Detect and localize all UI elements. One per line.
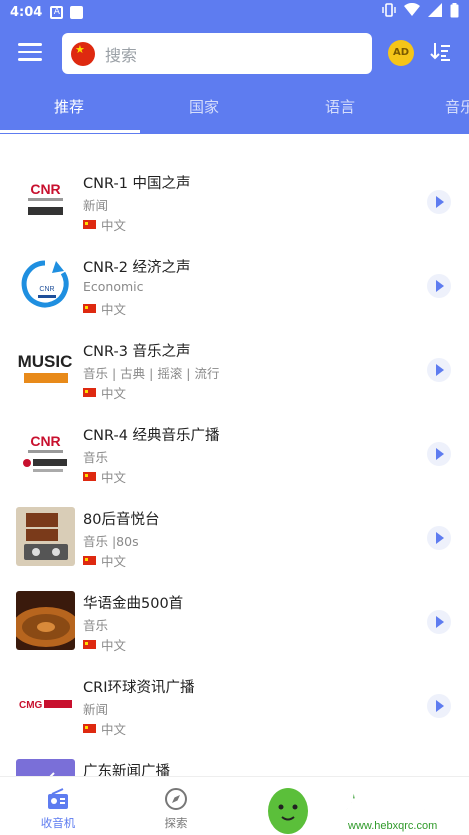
svg-text:CMG: CMG bbox=[19, 700, 43, 711]
station-language: 中文 bbox=[83, 383, 126, 402]
status-time: 4:04 bbox=[10, 4, 43, 20]
cnr-classic-music-logo: CNR bbox=[16, 423, 75, 482]
play-button[interactable] bbox=[427, 610, 451, 634]
station-title: 华语金曲500首 bbox=[83, 596, 184, 612]
station-item[interactable]: MUSIC CNR-3 音乐之声 音乐 | 古典 | 摇滚 | 流行 中文 bbox=[0, 329, 469, 413]
search-placeholder[interactable]: 搜索 bbox=[105, 42, 137, 66]
status-icons bbox=[382, 2, 459, 22]
svg-text:MUSIC: MUSIC bbox=[18, 352, 73, 371]
app-notification-icon bbox=[70, 5, 84, 19]
china-flag-icon bbox=[83, 388, 96, 397]
cnr-china-voice-logo: CNR bbox=[16, 171, 75, 230]
station-title: CNR-3 音乐之声 bbox=[83, 344, 191, 360]
station-genre: 音乐 bbox=[83, 450, 109, 465]
station-item[interactable]: CNR CNR-2 经济之声 Economic 中文 bbox=[0, 245, 469, 329]
china-flag-icon bbox=[83, 472, 96, 481]
station-language: 中文 bbox=[83, 635, 126, 654]
tab-indicator bbox=[0, 130, 140, 133]
china-flag-icon bbox=[83, 220, 96, 229]
nav-radio[interactable]: 收音机 bbox=[13, 777, 103, 835]
station-genre: Economic bbox=[83, 279, 144, 294]
tab-language[interactable]: 语言 bbox=[325, 82, 355, 134]
station-item[interactable]: 广东新闻广播 bbox=[0, 749, 469, 776]
menu-button[interactable] bbox=[18, 43, 42, 63]
80s-cassette-logo bbox=[16, 507, 75, 566]
play-button[interactable] bbox=[427, 442, 451, 466]
station-item[interactable]: CNR CNR-4 经典音乐广播 音乐 中文 bbox=[0, 413, 469, 497]
cmg-global-news-logo: CMG bbox=[16, 675, 75, 734]
play-button[interactable] bbox=[427, 694, 451, 718]
status-bar: 4:04 A bbox=[0, 0, 469, 24]
station-title: 80后音悦台 bbox=[83, 512, 160, 528]
signal-icon bbox=[428, 3, 442, 21]
station-genre: 新闻 bbox=[83, 198, 109, 213]
station-genre: 音乐 bbox=[83, 618, 109, 633]
station-title: CNR-2 经济之声 bbox=[83, 260, 191, 276]
tab-country[interactable]: 国家 bbox=[189, 82, 219, 134]
vibrate-icon bbox=[382, 3, 396, 21]
station-genre: 音乐 |80s bbox=[83, 534, 139, 549]
station-genre: 新闻 bbox=[83, 702, 109, 717]
station-language: 中文 bbox=[83, 215, 126, 234]
nav-explore-label: 探索 bbox=[164, 816, 188, 830]
no-ad-icon: AD bbox=[392, 47, 410, 58]
play-button[interactable] bbox=[427, 190, 451, 214]
china-flag-icon bbox=[83, 724, 96, 733]
play-button[interactable] bbox=[427, 526, 451, 550]
station-language: 中文 bbox=[83, 467, 126, 486]
station-item[interactable]: CMG CRI环球资讯广播 新闻 中文 bbox=[0, 665, 469, 749]
app-bar: 搜索 AD bbox=[0, 24, 469, 82]
sort-button[interactable] bbox=[428, 40, 452, 64]
svg-text:CNR: CNR bbox=[30, 181, 60, 197]
china-flag-icon bbox=[83, 556, 96, 565]
svg-text:CNR: CNR bbox=[39, 286, 54, 293]
compass-icon bbox=[165, 788, 187, 810]
tab-recommended[interactable]: 推荐 bbox=[54, 82, 84, 134]
play-button[interactable] bbox=[427, 358, 451, 382]
station-title: CNR-4 经典音乐广播 bbox=[83, 428, 220, 444]
bottom-navigation: 收音机 探索 仙人掌下载网 www.hebxqrc.com bbox=[0, 776, 469, 835]
station-list: CNR CNR-1 中国之声 新闻 中文 CNR CNR-2 经济之声 Econ… bbox=[0, 134, 469, 776]
station-language: 中文 bbox=[83, 719, 126, 738]
station-language: 中文 bbox=[83, 299, 126, 318]
station-item[interactable]: 80后音悦台 音乐 |80s 中文 bbox=[0, 497, 469, 581]
vinyl-record-logo bbox=[16, 591, 75, 650]
svg-text:CNR: CNR bbox=[30, 433, 60, 449]
radio-icon bbox=[48, 788, 68, 809]
notification-icon: A bbox=[50, 5, 64, 19]
watermark-logo-text: 仙人掌下载网 bbox=[318, 788, 462, 816]
guangdong-news-logo bbox=[16, 759, 75, 776]
china-flag-icon bbox=[83, 304, 96, 313]
music-radio-logo: MUSIC bbox=[16, 339, 75, 398]
site-watermark: 仙人掌下载网 www.hebxqrc.com bbox=[258, 777, 469, 835]
station-title: CNR-1 中国之声 bbox=[83, 176, 191, 192]
category-tabs: 推荐 国家 语言 音乐 bbox=[0, 82, 469, 134]
tab-music[interactable]: 音乐 bbox=[445, 82, 469, 134]
station-genre: 音乐 | 古典 | 摇滚 | 流行 bbox=[83, 366, 220, 381]
wifi-icon bbox=[404, 2, 420, 21]
station-title: CRI环球资讯广播 bbox=[83, 680, 195, 696]
watermark-url: www.hebxqrc.com bbox=[347, 820, 437, 832]
search-bar[interactable]: 搜索 bbox=[62, 33, 372, 74]
remove-ads-button[interactable]: AD bbox=[388, 40, 414, 66]
china-flag-icon bbox=[83, 640, 96, 649]
station-item[interactable]: 华语金曲500首 音乐 中文 bbox=[0, 581, 469, 665]
china-flag-icon[interactable] bbox=[71, 41, 95, 66]
cnr-economic-logo: CNR bbox=[16, 255, 75, 314]
battery-icon bbox=[450, 2, 459, 22]
play-button[interactable] bbox=[427, 274, 451, 298]
station-item[interactable]: CNR CNR-1 中国之声 新闻 中文 bbox=[0, 161, 469, 245]
station-title: 广东新闻广播 bbox=[83, 764, 170, 776]
nav-explore[interactable]: 探索 bbox=[131, 777, 221, 835]
menu-icon bbox=[18, 43, 42, 46]
app-screen: 4:04 A 搜索 AD bbox=[0, 0, 469, 835]
nav-radio-label: 收音机 bbox=[40, 816, 76, 830]
station-language: 中文 bbox=[83, 551, 126, 570]
sort-icon bbox=[430, 43, 450, 61]
